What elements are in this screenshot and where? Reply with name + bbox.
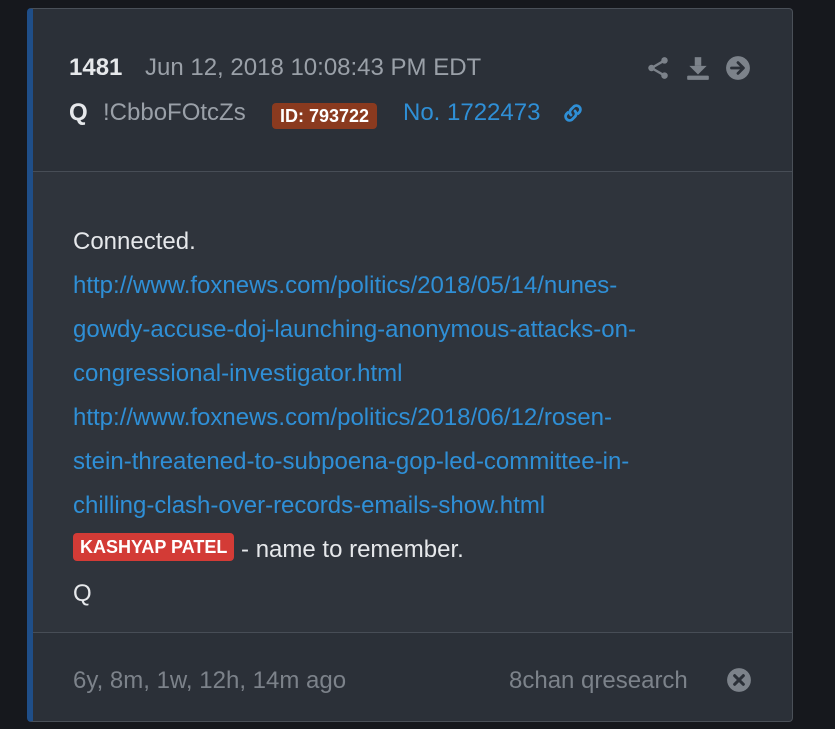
post-number-link[interactable]: No. 1722473: [403, 99, 540, 127]
link-foxnews-rosenstein-line-1[interactable]: http://www.foxnews.com/politics/2018/06/…: [73, 396, 753, 440]
share-icon[interactable]: [645, 55, 671, 81]
post-card: 1481 Jun 12, 2018 10:08:43 PM EDT Q !Cbb…: [27, 8, 793, 722]
post-author: Q: [69, 99, 88, 126]
signature: Q: [73, 580, 92, 607]
link-foxnews-rosenstein-line-2[interactable]: stein-threatened-to-subpoena-gop-led-com…: [73, 440, 753, 484]
download-icon[interactable]: [685, 55, 711, 81]
link-foxnews-nunes-line-2[interactable]: gowdy-accuse-doj-launching-anonymous-att…: [73, 308, 753, 352]
relative-time: 6y, 8m, 1w, 12h, 14m ago: [73, 667, 347, 694]
name-suffix: - name to remember.: [234, 536, 464, 563]
link-icon[interactable]: [561, 101, 585, 125]
link-foxnews-nunes-line-1[interactable]: http://www.foxnews.com/politics/2018/05/…: [73, 264, 753, 308]
post-date: Jun 12, 2018 10:08:43 PM EDT: [145, 54, 482, 81]
link-foxnews-nunes-line-3[interactable]: congressional-investigator.html: [73, 352, 753, 396]
name-badge[interactable]: KASHYAP PATEL: [73, 533, 235, 561]
tripcode: !CbboFOtcZs: [103, 99, 246, 126]
source-label: 8chan qresearch: [509, 667, 688, 694]
post-body: Connected. http://www.foxnews.com/politi…: [33, 172, 792, 632]
name-line: KASHYAP PATEL - name to remember.: [73, 528, 753, 572]
arrow-right-circle-icon[interactable]: [725, 55, 751, 81]
post-header: 1481 Jun 12, 2018 10:08:43 PM EDT Q !Cbb…: [33, 9, 792, 171]
post-text: Connected. http://www.foxnews.com/politi…: [73, 220, 753, 616]
post-number: 1481: [69, 54, 123, 81]
close-icon[interactable]: [726, 667, 752, 693]
body-text-connected: Connected.: [73, 228, 196, 255]
link-foxnews-rosenstein-line-3[interactable]: chilling-clash-over-records-emails-show.…: [73, 484, 753, 528]
post-footer: 6y, 8m, 1w, 12h, 14m ago 8chan qresearch: [33, 633, 792, 721]
id-badge: ID: 793722: [272, 103, 378, 129]
